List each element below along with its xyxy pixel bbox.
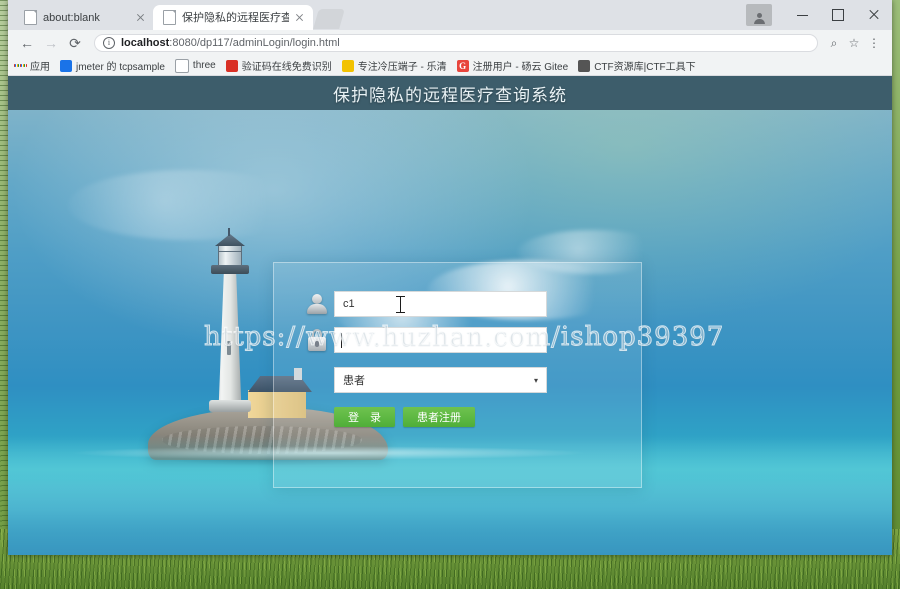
page-favicon-icon bbox=[163, 10, 176, 25]
maximize-button[interactable] bbox=[820, 2, 856, 28]
web-page-content: 保护隐私的远程医疗查询系统 c1 患者 ▾ 登 录 患者注册 https://w… bbox=[8, 76, 892, 555]
bookmark-three[interactable]: three bbox=[174, 58, 216, 73]
menu-icon[interactable]: ⋮ bbox=[864, 33, 884, 53]
username-value: c1 bbox=[343, 298, 355, 310]
site-header: 保护隐私的远程医疗查询系统 bbox=[8, 76, 892, 110]
address-bar[interactable]: i localhost:8080/dp117/adminLogin/login.… bbox=[94, 34, 818, 52]
reload-icon[interactable]: ⟳ bbox=[64, 32, 86, 54]
password-row bbox=[300, 327, 547, 353]
bookmark-captcha[interactable]: 验证码在线免费识别 bbox=[225, 58, 332, 73]
action-buttons: 登 录 患者注册 bbox=[334, 407, 475, 427]
gitee-g-icon: G bbox=[456, 59, 469, 72]
username-input[interactable]: c1 bbox=[334, 291, 547, 317]
back-icon[interactable]: ← bbox=[16, 32, 38, 54]
browser-toolbar: ← → ⟳ i localhost:8080/dp117/adminLogin/… bbox=[8, 30, 892, 56]
bookmarks-bar: 应用 jmeter 的 tcpsample three 验证码在线免费识别 专注… bbox=[8, 56, 892, 76]
role-selected-value: 患者 bbox=[343, 375, 365, 387]
apps-grid-icon bbox=[14, 60, 26, 72]
chevron-down-icon: ▾ bbox=[533, 375, 538, 385]
bookmark-label: 专注冷压端子 - 乐清 bbox=[357, 62, 447, 73]
forward-icon: → bbox=[44, 35, 58, 51]
text-cursor-icon bbox=[396, 296, 405, 313]
window-controls bbox=[746, 0, 892, 30]
search-icon[interactable]: ⌕ bbox=[824, 33, 844, 53]
patient-register-button[interactable]: 患者注册 bbox=[403, 407, 475, 427]
shield-icon bbox=[60, 59, 72, 72]
new-tab-button[interactable] bbox=[313, 9, 345, 29]
tab-title: about:blank bbox=[43, 11, 100, 24]
bookmark-label: 验证码在线免费识别 bbox=[241, 62, 332, 73]
bookmark-label: 应用 bbox=[30, 62, 50, 73]
bookmark-label: 注册用户 - 砀云 Gitee bbox=[472, 62, 569, 73]
tab-close-icon[interactable] bbox=[293, 11, 307, 25]
role-row: 患者 ▾ bbox=[334, 367, 547, 393]
browser-tab-about-blank[interactable]: about:blank bbox=[14, 5, 154, 30]
bookmark-lengya[interactable]: 专注冷压端子 - 乐清 bbox=[341, 58, 447, 73]
tab-strip: about:blank 保护隐私的远程医疗查询 bbox=[8, 0, 892, 30]
account-icon[interactable] bbox=[746, 4, 772, 26]
red-circle-icon bbox=[225, 59, 238, 72]
bookmark-label: CTF资源库|CTF工具下 bbox=[594, 62, 696, 73]
bookmark-apps[interactable]: 应用 bbox=[14, 58, 50, 73]
page-favicon-icon bbox=[24, 10, 37, 25]
username-row: c1 bbox=[300, 291, 547, 317]
page-title: 保护隐私的远程医疗查询系统 bbox=[333, 85, 567, 106]
bookmark-gitee[interactable]: G 注册用户 - 砀云 Gitee bbox=[456, 58, 569, 73]
url-path: :8080/dp117/adminLogin/login.html bbox=[169, 37, 340, 49]
site-info-icon[interactable]: i bbox=[103, 37, 115, 49]
lock-icon bbox=[300, 328, 334, 352]
person-icon bbox=[578, 59, 591, 72]
minimize-button[interactable] bbox=[784, 2, 820, 28]
bookmark-ctf[interactable]: CTF资源库|CTF工具下 bbox=[578, 58, 696, 73]
tab-close-icon[interactable] bbox=[134, 11, 148, 25]
bookmark-jmeter[interactable]: jmeter 的 tcpsample bbox=[60, 58, 165, 73]
bookmark-label: jmeter 的 tcpsample bbox=[76, 62, 165, 73]
yellow-icon bbox=[341, 59, 354, 72]
url-host: localhost bbox=[121, 37, 170, 49]
role-select[interactable]: 患者 ▾ bbox=[334, 367, 547, 393]
login-button[interactable]: 登 录 bbox=[334, 407, 395, 427]
address-bar-url: localhost:8080/dp117/adminLogin/login.ht… bbox=[121, 37, 340, 49]
tab-title: 保护隐私的远程医疗查询 bbox=[182, 11, 289, 24]
browser-window: about:blank 保护隐私的远程医疗查询 ← → ⟳ i localhos… bbox=[8, 0, 892, 555]
browser-tab-login-page[interactable]: 保护隐私的远程医疗查询 bbox=[153, 5, 313, 30]
password-input[interactable] bbox=[334, 327, 547, 353]
user-icon bbox=[300, 292, 334, 316]
login-panel: c1 患者 ▾ 登 录 患者注册 bbox=[273, 262, 642, 488]
page-icon bbox=[174, 58, 189, 73]
bookmark-star-icon[interactable]: ☆ bbox=[844, 33, 864, 53]
bookmark-label: three bbox=[192, 60, 216, 71]
text-caret bbox=[341, 333, 342, 348]
close-button[interactable] bbox=[856, 2, 892, 28]
